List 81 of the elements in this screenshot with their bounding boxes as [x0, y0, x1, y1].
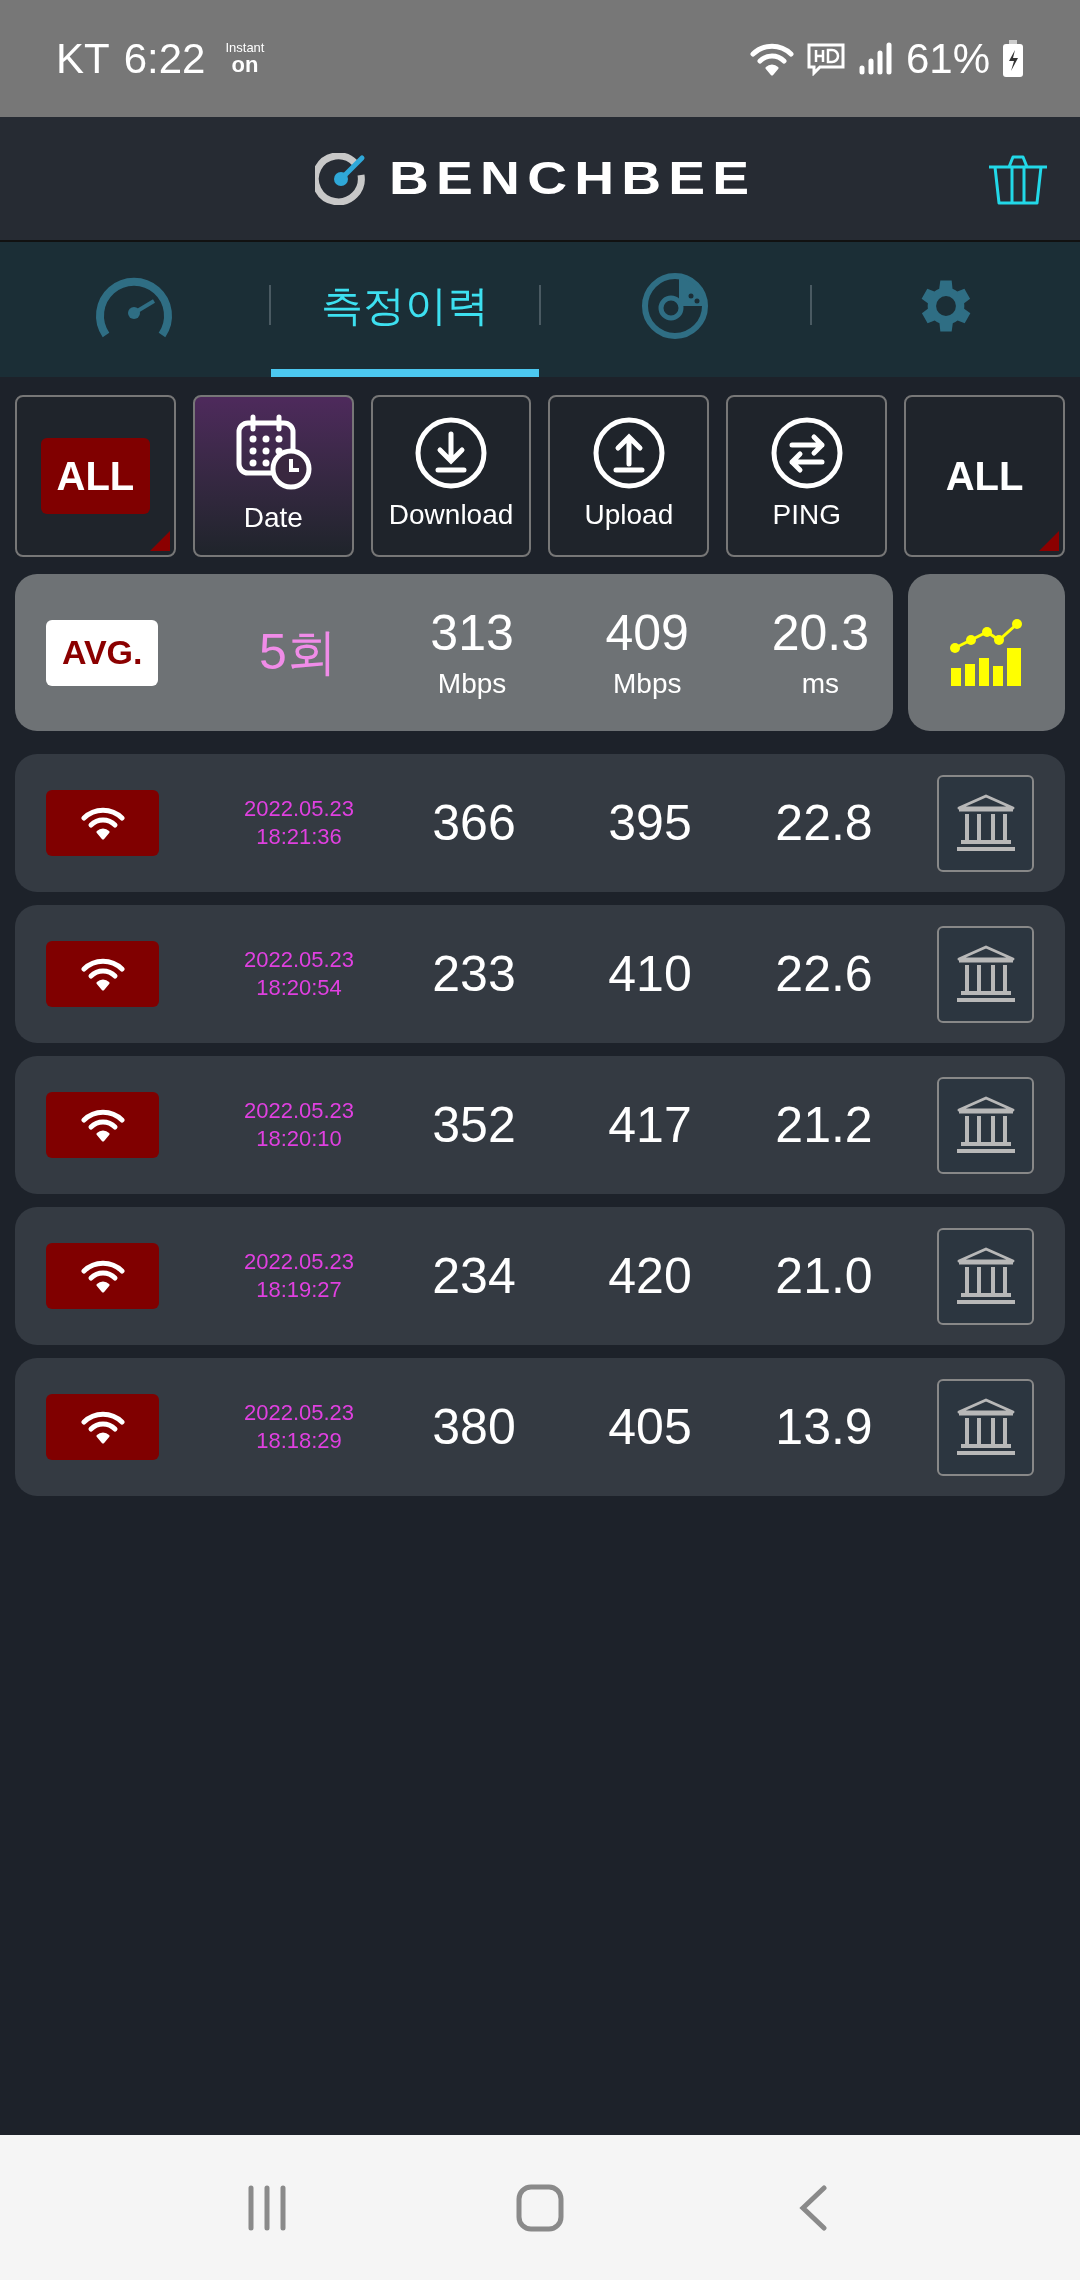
filter-button[interactable]: Date: [192, 395, 354, 557]
unit-label: Mbps: [613, 669, 682, 698]
upload-icon: [591, 416, 666, 490]
back-icon: [798, 2184, 829, 2231]
signal-icon: [857, 41, 894, 76]
result-row[interactable]: 2022.05.23 18:18:29 380 405 13.9: [15, 1358, 1065, 1496]
bank-building-icon: [954, 792, 1017, 854]
test-time: 18:20:10: [256, 1125, 342, 1153]
trash-icon: [987, 153, 1049, 205]
battery-percent: 61%: [905, 34, 990, 84]
detail-button[interactable]: [937, 925, 1034, 1023]
test-date: 2022.05.23: [243, 946, 355, 974]
unit-label: Mbps: [437, 669, 507, 698]
hd-voice-icon: [805, 41, 846, 76]
filter-button[interactable]: ALL: [15, 395, 176, 557]
test-count: 5회: [258, 623, 338, 682]
clock: 6:22: [123, 34, 206, 84]
result-value: 352: [431, 1095, 517, 1155]
result-value: 234: [431, 1246, 517, 1306]
filter-button[interactable]: Download: [370, 395, 532, 557]
result-value: 395: [607, 793, 693, 853]
wifi-icon: [80, 806, 125, 840]
detail-button[interactable]: [937, 774, 1034, 872]
test-date: 2022.05.23: [243, 1097, 355, 1125]
graph-button[interactable]: [908, 574, 1065, 731]
test-date: 2022.05.23: [243, 1399, 355, 1427]
result-value: 21.0: [774, 1246, 874, 1306]
average-value: 20.3: [771, 607, 869, 658]
download-icon: [414, 416, 489, 490]
result-row[interactable]: 2022.05.23 18:20:10 352 417 21.2: [15, 1056, 1065, 1194]
instant-label: Instant: [225, 41, 265, 54]
result-value: 405: [607, 1397, 693, 1457]
result-value: 22.8: [774, 793, 874, 853]
result-row[interactable]: 2022.05.23 18:21:36 366 395 22.8: [15, 754, 1065, 892]
result-value: 21.2: [774, 1095, 874, 1155]
test-time: 18:21:36: [256, 823, 342, 851]
app-logo-text: BENCHBEE: [388, 151, 757, 206]
result-value: 417: [607, 1095, 693, 1155]
dropdown-corner-icon: [1038, 531, 1059, 551]
bank-building-icon: [954, 1245, 1017, 1307]
result-value: 410: [607, 944, 693, 1004]
bank-building-icon: [954, 1094, 1017, 1156]
average-value: 409: [605, 607, 689, 658]
filter-button[interactable]: Upload: [548, 395, 710, 557]
wifi-icon: [80, 1108, 125, 1142]
filter-button[interactable]: ALL: [904, 395, 1065, 557]
result-value: 366: [431, 793, 517, 853]
unit-label: ms: [801, 669, 839, 698]
battery-charging-icon: [1002, 39, 1024, 78]
avg-badge: AVG.: [46, 619, 159, 686]
test-date: 2022.05.23: [243, 795, 355, 823]
bank-building-icon: [954, 943, 1017, 1005]
gauge-logo-icon: [314, 152, 367, 205]
wifi-icon: [80, 957, 125, 991]
dropdown-corner-icon: [149, 531, 170, 551]
result-row[interactable]: 2022.05.23 18:19:27 234 420 21.0: [15, 1207, 1065, 1345]
test-time: 18:20:54: [256, 974, 342, 1002]
bank-building-icon: [954, 1396, 1017, 1458]
result-value: 13.9: [774, 1397, 874, 1457]
test-time: 18:18:29: [256, 1427, 342, 1455]
home-icon: [516, 2183, 564, 2232]
detail-button[interactable]: [937, 1227, 1034, 1325]
wifi-status-icon: [749, 41, 794, 76]
result-value: 420: [607, 1246, 693, 1306]
average-value: 313: [430, 607, 514, 658]
result-value: 380: [431, 1397, 517, 1457]
filter-button[interactable]: PING: [726, 395, 888, 557]
detail-button[interactable]: [937, 1076, 1034, 1174]
detail-button[interactable]: [937, 1378, 1034, 1476]
disc-chart-icon: [641, 271, 710, 340]
result-row[interactable]: 2022.05.23 18:20:54 233 410 22.6: [15, 905, 1065, 1043]
wifi-icon: [80, 1259, 125, 1293]
swap-arrows-icon: [769, 416, 844, 490]
instant-on-label: on: [231, 54, 259, 76]
result-value: 22.6: [774, 944, 874, 1004]
result-value: 233: [431, 944, 517, 1004]
test-date: 2022.05.23: [243, 1248, 355, 1276]
test-time: 18:19:27: [256, 1276, 342, 1304]
carrier: KT: [56, 34, 110, 84]
bar-line-chart-icon: [948, 617, 1025, 688]
wifi-icon: [80, 1410, 125, 1444]
